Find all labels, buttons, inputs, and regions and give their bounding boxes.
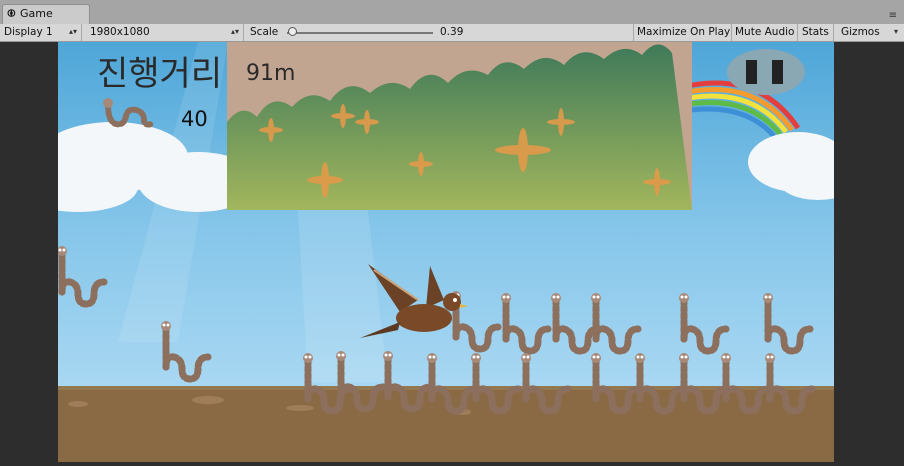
resolution-dropdown[interactable]: 1980x1080 ▴▾ xyxy=(86,24,244,41)
scale-slider-track[interactable] xyxy=(287,32,433,34)
worm-count: 40 xyxy=(181,107,208,131)
toolbar-spacer xyxy=(466,24,634,41)
game-viewport[interactable]: 진행거리 91m 40 xyxy=(58,42,834,462)
letterbox-bottom xyxy=(58,462,834,466)
mute-audio-label: Mute Audio xyxy=(735,26,795,38)
scale-value: 0.39 xyxy=(440,26,464,38)
game-tab[interactable]: 🅯 Game xyxy=(2,4,90,24)
maximize-on-play-label: Maximize On Play xyxy=(637,26,731,38)
bush-scenery xyxy=(227,44,692,210)
scale-slider-handle[interactable] xyxy=(287,27,297,36)
pause-icon xyxy=(746,60,757,84)
maximize-on-play-toggle[interactable]: Maximize On Play xyxy=(634,24,732,41)
display-dropdown[interactable]: Display 1 ▴▾ xyxy=(0,24,82,41)
unity-game-icon: 🅯 xyxy=(8,7,15,20)
distance-label: 진행거리 xyxy=(97,54,223,94)
gizmos-label: Gizmos xyxy=(841,26,880,38)
gizmos-dropdown[interactable]: Gizmos ▾ xyxy=(838,24,902,41)
editor-tab-bar: 🅯 Game ≡ xyxy=(0,0,904,24)
stats-toggle[interactable]: Stats xyxy=(798,24,834,41)
scenery-panel xyxy=(227,42,692,210)
chevron-down-icon: ▴▾ xyxy=(230,27,239,36)
game-tab-label: Game xyxy=(20,7,53,20)
stats-label: Stats xyxy=(802,26,829,38)
letterbox-right xyxy=(834,42,904,466)
letterbox-left xyxy=(0,42,58,466)
game-view-toolbar: Display 1 ▴▾ 1980x1080 ▴▾ Scale 0.39 Max… xyxy=(0,24,904,42)
pause-button[interactable] xyxy=(727,49,805,95)
mute-audio-toggle[interactable]: Mute Audio xyxy=(732,24,798,41)
scale-label: Scale xyxy=(250,26,279,38)
bird-player xyxy=(360,264,468,338)
distance-value: 91m xyxy=(246,61,296,86)
display-label: Display 1 xyxy=(4,26,53,38)
chevron-down-icon: ▾ xyxy=(893,27,898,36)
window-menu-icon[interactable]: ≡ xyxy=(889,10,898,21)
resolution-label: 1980x1080 xyxy=(90,26,150,38)
pause-icon xyxy=(772,60,783,84)
worm-counter-icon xyxy=(103,98,155,128)
chevron-down-icon: ▴▾ xyxy=(68,27,77,36)
